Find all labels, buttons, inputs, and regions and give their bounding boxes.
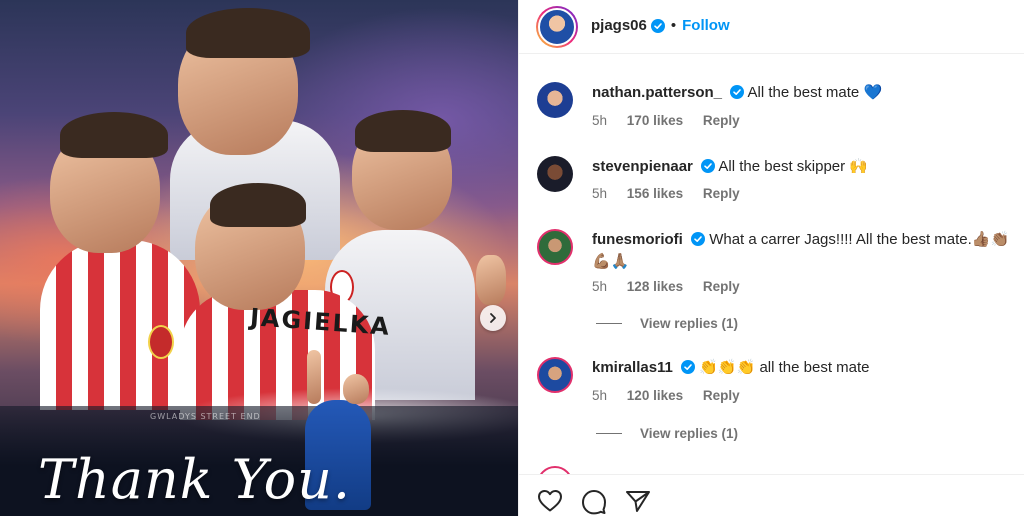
chevron-right-icon — [490, 313, 496, 323]
comment-username[interactable]: kmirallas11 — [592, 359, 673, 376]
view-replies-label: View replies (1) — [640, 316, 739, 331]
comment-item: stevenpienaar All the best skipper 🙌 5h … — [519, 154, 1024, 214]
comment-time: 5h — [592, 279, 608, 294]
avatar[interactable] — [537, 82, 573, 118]
comment-item: nathan.patterson_ All the best mate 💙 5h… — [519, 80, 1024, 140]
separator-dot: • — [670, 17, 677, 34]
post-header: pjags06 • Follow — [519, 0, 1024, 54]
player-figure — [60, 112, 168, 158]
comment-time: 5h — [592, 113, 608, 128]
comment-likes[interactable]: 170 likes — [627, 113, 683, 128]
post-author-username[interactable]: pjags06 — [591, 17, 647, 34]
comments-panel: pjags06 • Follow nathan.patterson_ All t… — [518, 0, 1024, 516]
view-replies-button[interactable]: View replies (1) — [596, 316, 738, 331]
replies-divider — [596, 323, 622, 324]
next-image-button[interactable] — [480, 305, 506, 331]
comment-text: All the best skipper 🙌 — [718, 158, 868, 175]
replies-divider — [596, 433, 622, 434]
comment-likes[interactable]: 128 likes — [627, 279, 683, 294]
player-figure — [210, 183, 306, 227]
reply-button[interactable]: Reply — [703, 388, 740, 403]
avatar[interactable] — [537, 357, 573, 393]
verified-badge-icon — [730, 85, 745, 99]
share-icon[interactable] — [625, 489, 651, 513]
player-figure — [343, 374, 369, 404]
comment-item: kmirallas11 👏👏👏 all the best mate 5h 120… — [519, 355, 1024, 455]
club-crest — [148, 325, 174, 359]
reply-button[interactable]: Reply — [703, 186, 740, 201]
comment-time: 5h — [592, 186, 608, 201]
comment-likes[interactable]: 156 likes — [627, 186, 683, 201]
verified-badge-icon — [701, 159, 716, 173]
avatar[interactable] — [536, 6, 578, 48]
verified-badge-icon — [681, 360, 696, 374]
view-replies-button[interactable]: View replies (1) — [596, 426, 738, 441]
comment-text: 👏👏👏 all the best mate — [699, 359, 870, 376]
reply-button[interactable]: Reply — [703, 279, 740, 294]
comment-text: All the best mate 💙 — [747, 84, 883, 101]
comment-username[interactable]: stevenpienaar — [592, 158, 693, 175]
player-figure — [355, 110, 451, 152]
reply-button[interactable]: Reply — [703, 113, 740, 128]
post-image[interactable]: JAGIELKA GWLADYS STREET END Thank You. — [0, 0, 518, 516]
avatar[interactable] — [537, 466, 573, 474]
avatar[interactable] — [537, 156, 573, 192]
player-figure — [186, 8, 310, 58]
player-figure — [40, 240, 200, 410]
view-replies-label: View replies (1) — [640, 426, 739, 441]
player-figure — [476, 255, 506, 305]
verified-badge-icon — [650, 18, 665, 33]
comment-likes[interactable]: 120 likes — [627, 388, 683, 403]
comment-username[interactable]: funesmoriofi — [592, 231, 683, 248]
heart-icon[interactable] — [537, 489, 563, 513]
action-bar — [519, 474, 1024, 516]
avatar[interactable] — [537, 229, 573, 265]
comment-time: 5h — [592, 388, 608, 403]
player-figure — [307, 350, 321, 404]
verified-badge-icon — [691, 232, 706, 246]
comment-icon[interactable] — [581, 489, 607, 515]
comment-item: funesmoriofi What a carrer Jags!!!! All … — [519, 227, 1024, 337]
stand-banner: GWLADYS STREET END — [150, 412, 261, 421]
comment-username[interactable]: nathan.patterson_ — [592, 84, 722, 101]
thank-you-caption: Thank You. — [38, 448, 352, 511]
follow-button[interactable]: Follow — [682, 17, 730, 34]
